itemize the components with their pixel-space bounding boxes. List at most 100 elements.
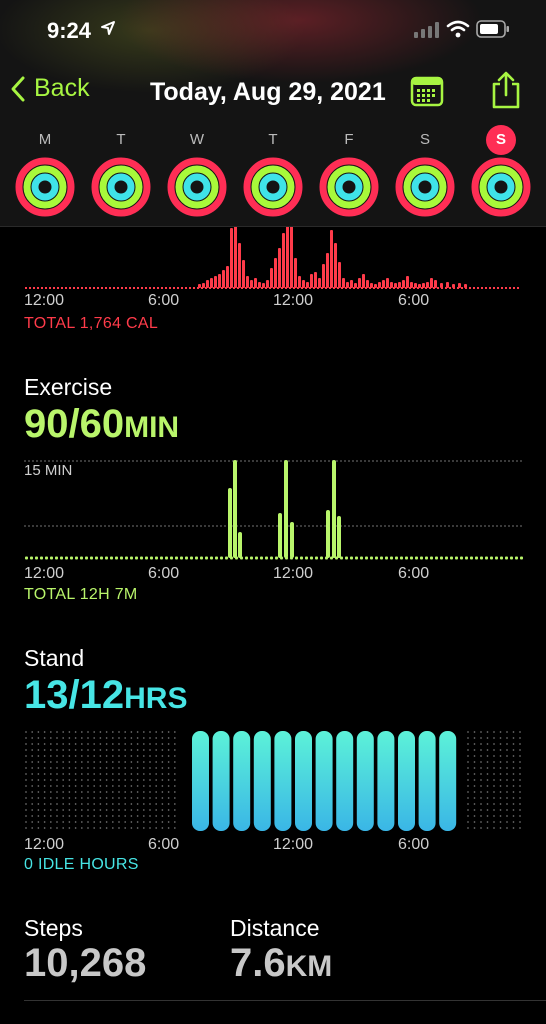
weekday-label-selected[interactable]: S	[486, 125, 516, 155]
move-baseline-dot	[485, 287, 487, 289]
activity-rings-icon[interactable]	[471, 157, 531, 217]
stand-axis-label: 12:00	[24, 836, 65, 853]
move-bar	[338, 262, 341, 288]
move-bar	[226, 266, 229, 288]
stand-bar	[192, 731, 209, 831]
exercise-chart	[25, 460, 523, 560]
exercise-baseline-dot	[465, 556, 468, 560]
move-baseline-dot	[469, 287, 471, 289]
move-baseline-dot	[437, 287, 439, 289]
move-baseline-dot	[161, 287, 163, 289]
exercise-bar	[284, 460, 288, 558]
move-baseline-dot	[125, 287, 127, 289]
exercise-baseline-dot	[470, 556, 473, 560]
stand-chart	[25, 731, 521, 831]
move-bar	[382, 280, 385, 288]
exercise-baseline-dot	[90, 556, 93, 560]
exercise-bar	[278, 513, 282, 558]
move-baseline-dot	[65, 287, 67, 289]
activity-rings-icon[interactable]	[167, 157, 227, 217]
exercise-baseline-dot	[300, 556, 303, 560]
exercise-baseline-dot	[140, 556, 143, 560]
exercise-baseline-dot	[50, 556, 53, 560]
move-baseline-dot	[57, 287, 59, 289]
calendar-icon[interactable]	[410, 75, 444, 107]
exercise-baseline-dot	[215, 556, 218, 560]
battery-icon	[476, 20, 509, 38]
exercise-baseline-dot	[30, 556, 33, 560]
exercise-baseline-dot	[425, 556, 428, 560]
move-bar	[418, 284, 421, 288]
activity-rings-icon[interactable]	[91, 157, 151, 217]
activity-rings-icon[interactable]	[319, 157, 379, 217]
stand-bar	[315, 731, 333, 831]
move-bar	[258, 282, 261, 288]
cellular-signal-icon	[414, 22, 439, 38]
exercise-baseline-dot	[110, 556, 113, 560]
exercise-baseline-dot	[185, 556, 188, 560]
stand-bar	[418, 731, 436, 831]
weekday-label: T	[116, 131, 126, 148]
exercise-axis-label: 12:00	[24, 565, 65, 582]
exercise-baseline-dot	[265, 556, 268, 560]
exercise-baseline-dot	[435, 556, 438, 560]
back-button[interactable]: Back	[10, 74, 90, 103]
exercise-baseline-dot	[195, 556, 198, 560]
move-bar	[370, 283, 373, 288]
exercise-baseline-dot	[440, 556, 443, 560]
move-axis-label: 6:00	[148, 292, 180, 309]
exercise-baseline-dot	[420, 556, 423, 560]
move-baseline-dot	[157, 287, 159, 289]
move-baseline-dot	[41, 287, 43, 289]
stand-value: 13/12HRS	[24, 673, 187, 718]
distance-value: 7.6KM	[230, 941, 332, 986]
exercise-baseline-dot	[155, 556, 158, 560]
move-baseline-dot	[165, 287, 167, 289]
exercise-baseline-dot	[45, 556, 48, 560]
move-bar	[366, 280, 369, 288]
distance-value-number: 7.6	[230, 941, 286, 985]
exercise-baseline-dot	[190, 556, 193, 560]
exercise-bar	[326, 510, 330, 558]
move-bar	[322, 264, 325, 288]
activity-rings-icon[interactable]	[15, 157, 75, 217]
exercise-bar	[337, 516, 341, 558]
move-bar	[452, 284, 455, 288]
exercise-baseline-dot	[395, 556, 398, 560]
exercise-baseline-dot	[125, 556, 128, 560]
move-bar	[330, 230, 333, 288]
move-baseline-dot	[177, 287, 179, 289]
stand-bar	[274, 731, 292, 831]
share-icon[interactable]	[490, 70, 522, 110]
move-baseline-dot	[137, 287, 139, 289]
activity-rings-icon[interactable]	[243, 157, 303, 217]
move-bar	[342, 278, 345, 288]
move-bar	[210, 278, 213, 288]
weekday-label: F	[344, 131, 354, 148]
move-baseline-dot	[105, 287, 107, 289]
stand-label: Stand	[24, 645, 85, 671]
move-baseline-dot	[477, 287, 479, 289]
move-bar	[262, 283, 265, 288]
exercise-baseline-dot	[320, 556, 323, 560]
move-baseline-dot	[117, 287, 119, 289]
move-baseline-dot	[133, 287, 135, 289]
exercise-baseline-dot	[315, 556, 318, 560]
exercise-baseline-dot	[415, 556, 418, 560]
exercise-baseline-dot	[145, 556, 148, 560]
stand-unit: HRS	[124, 682, 188, 715]
page-title: Today, Aug 29, 2021	[150, 78, 386, 106]
exercise-unit: MIN	[124, 411, 180, 444]
weekday-label: S	[419, 131, 430, 148]
exercise-baseline-dot	[105, 556, 108, 560]
stand-value-number: 13/12	[24, 673, 125, 717]
move-bar	[218, 274, 221, 288]
move-bar	[440, 283, 443, 288]
move-baseline-dot	[85, 287, 87, 289]
exercise-baseline-dot	[75, 556, 78, 560]
exercise-baseline-dot	[40, 556, 43, 560]
activity-rings-icon[interactable]	[395, 157, 455, 217]
exercise-baseline-dot	[60, 556, 63, 560]
stand-bar	[233, 731, 251, 831]
move-bar	[238, 243, 241, 288]
